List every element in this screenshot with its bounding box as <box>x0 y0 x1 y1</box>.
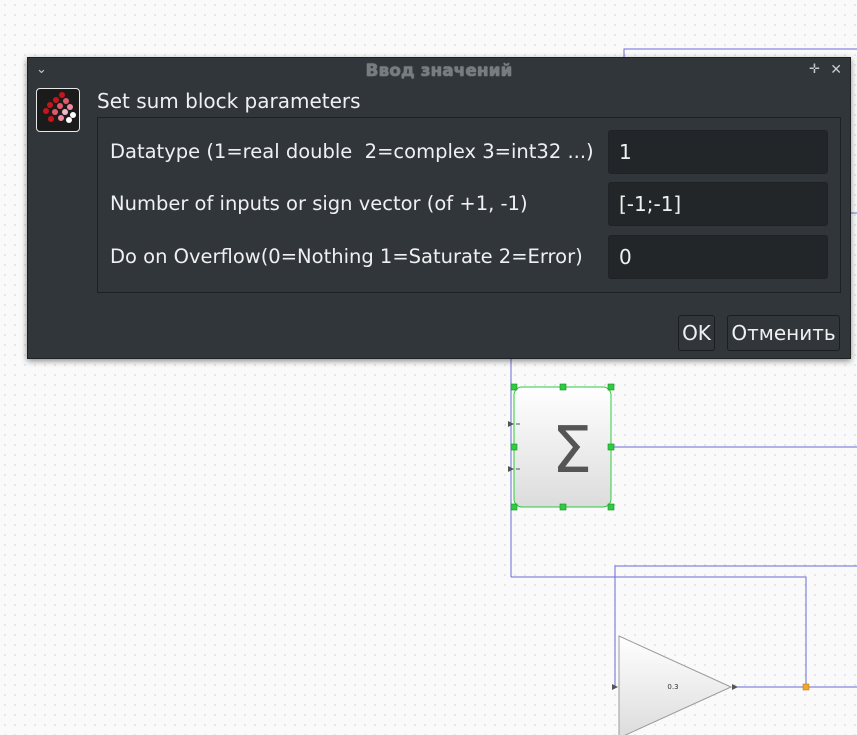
dialog-title: Ввод значений <box>365 61 513 81</box>
datatype-input[interactable] <box>608 130 828 174</box>
field-row-inputs: Number of inputs or sign vector (of +1, … <box>98 182 840 228</box>
field-row-overflow: Do on Overflow(0=Nothing 1=Saturate 2=Er… <box>98 235 840 281</box>
gain-block[interactable]: 0.3 <box>612 635 738 735</box>
close-icon[interactable]: ✕ <box>830 62 842 78</box>
ok-button[interactable]: OK <box>678 315 715 351</box>
cancel-button[interactable]: Отменить <box>727 315 840 351</box>
overflow-input[interactable] <box>608 235 828 279</box>
sum-block[interactable]: Σ <box>508 383 615 511</box>
dialog-titlebar[interactable]: ⌄ Ввод значений ✛ ✕ <box>28 58 850 84</box>
set-sum-parameters-dialog: ⌄ Ввод значений ✛ ✕ Set sum block parame… <box>27 57 851 359</box>
inputs-sign-vector-input[interactable] <box>608 182 828 226</box>
link-top[interactable] <box>623 48 857 57</box>
overflow-label: Do on Overflow(0=Nothing 1=Saturate 2=Er… <box>110 245 583 268</box>
pin-icon[interactable]: ✛ <box>809 62 820 78</box>
parameters-panel: Datatype (1=real double 2=complex 3=int3… <box>97 117 841 293</box>
sum-block-symbol: Σ <box>552 414 592 488</box>
gain-block-label: 0.3 <box>667 683 678 691</box>
field-row-datatype: Datatype (1=real double 2=complex 3=int3… <box>98 130 840 176</box>
datatype-label: Datatype (1=real double 2=complex 3=int3… <box>110 140 594 163</box>
inputs-label: Number of inputs or sign vector (of +1, … <box>110 192 528 215</box>
dialog-heading: Set sum block parameters <box>97 89 361 113</box>
scilab-logo-icon <box>36 88 80 132</box>
gain-output-port[interactable] <box>732 684 738 690</box>
split-point[interactable] <box>802 683 810 691</box>
